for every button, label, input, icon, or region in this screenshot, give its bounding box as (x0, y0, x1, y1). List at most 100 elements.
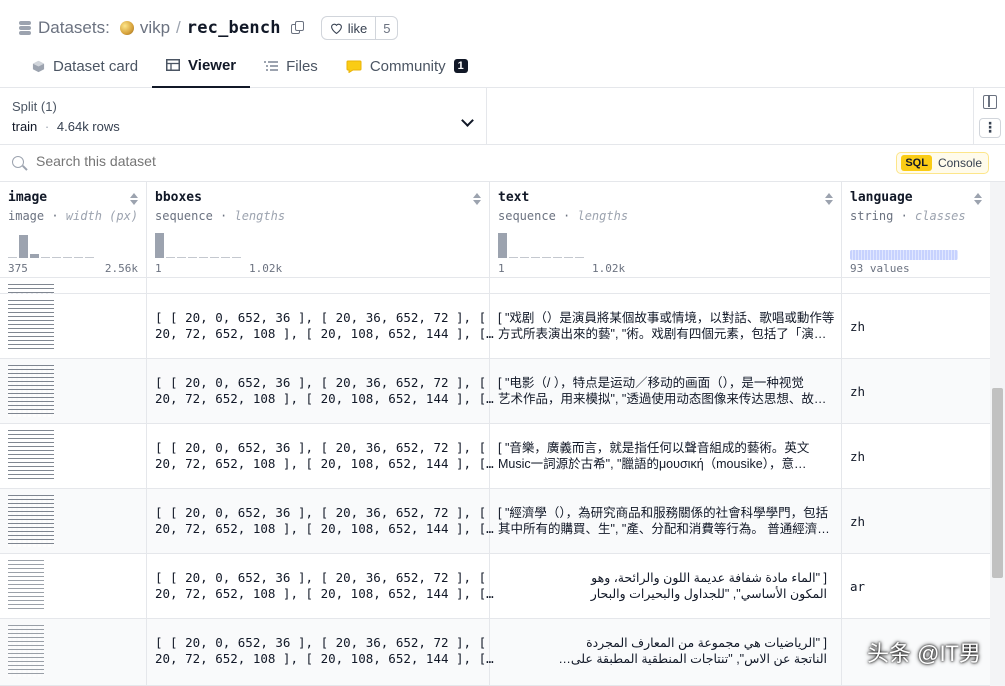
histogram-bar[interactable] (41, 257, 50, 258)
split-value: train · 4.64k rows (12, 119, 120, 134)
split-name: train (12, 119, 38, 134)
like-count[interactable]: 5 (375, 17, 397, 39)
like-button[interactable]: like 5 (320, 16, 399, 40)
repo-title-row: Datasets: vikp / rec_bench like 5 (18, 14, 399, 42)
histogram-bar[interactable] (19, 235, 28, 258)
language-cell[interactable]: ar (850, 579, 865, 594)
text-cell[interactable]: [ "电影（/ ），特点是运动／移动的画面（），是一种视觉 艺术作品，用来模拟",… (498, 375, 826, 407)
copy-icon[interactable] (290, 21, 305, 35)
column-name[interactable]: bboxes (155, 190, 489, 205)
tab-label: Files (286, 57, 318, 75)
column-text: text sequence · lengths 1 1.02k [ "戏剧（）是… (490, 182, 842, 686)
tab-label: Viewer (188, 56, 237, 74)
split-dot: · (44, 119, 50, 134)
histogram-bar[interactable] (221, 257, 230, 258)
tab-files[interactable]: Files (250, 44, 332, 88)
histogram-bar[interactable] (199, 257, 208, 258)
sort-icon[interactable] (130, 193, 138, 205)
text-cell[interactable]: [ "الماء مادة شفافة عديمة اللون والرائحة… (591, 570, 827, 602)
histogram-bar[interactable] (85, 257, 94, 258)
histogram-max: 1.02k (249, 262, 283, 275)
column-header-image: image image · width (px) 375 2.56k (0, 182, 146, 278)
bboxes-cell[interactable]: [ [ 20, 0, 652, 36 ], [ 20, 36, 652, 72 … (155, 375, 494, 407)
histogram-bar[interactable] (542, 257, 551, 258)
row-image-thumbnail[interactable] (8, 284, 54, 294)
histogram-bar[interactable] (575, 257, 584, 258)
chevron-down-icon[interactable] (461, 114, 474, 127)
histogram-bar[interactable] (564, 257, 573, 258)
files-icon (264, 61, 279, 71)
sql-console-button[interactable]: SQL Console (896, 152, 989, 174)
sort-icon[interactable] (825, 193, 833, 205)
language-cell[interactable]: zh (850, 384, 865, 399)
split-row-count: 4.64k rows (56, 119, 120, 134)
histogram-bar[interactable] (166, 257, 175, 258)
row-image-thumbnail[interactable] (8, 625, 44, 677)
bboxes-cell[interactable]: [ [ 20, 0, 652, 36 ], [ 20, 36, 652, 72 … (155, 310, 494, 342)
tab-label: Community (369, 57, 446, 75)
histogram-bar[interactable] (509, 257, 518, 258)
bboxes-cell[interactable]: [ [ 20, 0, 652, 36 ], [ 20, 36, 652, 72 … (155, 570, 494, 602)
column-header-text: text sequence · lengths 1 1.02k (490, 182, 841, 278)
histogram-bar[interactable] (8, 257, 17, 258)
section-label[interactable]: Datasets: (38, 18, 110, 38)
histogram-max: 2.56k (104, 262, 138, 275)
column-name[interactable]: image (8, 190, 146, 205)
row-image-thumbnail[interactable] (8, 430, 54, 482)
like-label: like (347, 20, 368, 36)
org-avatar (119, 21, 134, 35)
tab-community[interactable]: Community 1 (332, 44, 482, 88)
text-cell[interactable]: [ "經濟學（），為研究商品和服務關係的社會科學學門，包括 其中所有的購買、生",… (498, 505, 830, 537)
histogram (8, 232, 94, 258)
org-link[interactable]: vikp (140, 18, 170, 38)
more-options-button[interactable]: ⋮ (979, 118, 1001, 138)
column-header-language: language string · classes 93 values (842, 182, 990, 278)
side-tools: ⋮ (973, 88, 1005, 144)
row-image-thumbnail[interactable] (8, 365, 54, 417)
sort-icon[interactable] (473, 193, 481, 205)
table-scrollbar[interactable] (990, 182, 1005, 686)
histogram-bar[interactable] (553, 257, 562, 258)
histogram-bar[interactable] (520, 257, 529, 258)
bboxes-cell[interactable]: [ [ 20, 0, 652, 36 ], [ 20, 36, 652, 72 … (155, 440, 494, 472)
repo-header: Datasets: vikp / rec_bench like 5 Datase… (0, 0, 1005, 88)
histogram-bar[interactable] (210, 257, 219, 258)
histogram-bar[interactable] (232, 257, 241, 258)
histogram (498, 232, 584, 258)
scrollbar-thumb[interactable] (992, 388, 1003, 578)
search-input[interactable] (36, 153, 536, 169)
side-panel-icon[interactable] (983, 95, 997, 109)
histogram-bar[interactable] (188, 257, 197, 258)
histogram-bar[interactable] (52, 257, 61, 258)
class-count: 93 values (850, 262, 910, 275)
column-image: image image · width (px) 375 2.56k (0, 182, 147, 686)
histogram-bar[interactable] (531, 257, 540, 258)
histogram-bar[interactable] (30, 254, 39, 258)
row-image-thumbnail[interactable] (8, 495, 54, 547)
histogram-bar[interactable] (155, 233, 164, 258)
bboxes-cell[interactable]: [ [ 20, 0, 652, 36 ], [ 20, 36, 652, 72 … (155, 635, 494, 667)
column-name[interactable]: text (498, 190, 841, 205)
text-cell[interactable]: [ "戏剧（）是演員將某個故事或情境，以對話、歌唱或動作等 方式所表演出來的藝",… (498, 310, 834, 342)
split-selector[interactable]: Split (1) train · 4.64k rows (0, 88, 487, 144)
text-cell[interactable]: [ "音樂，廣義而言，就是指任何以聲音組成的藝術。英文 Music一詞源於古希",… (498, 440, 809, 472)
language-cell[interactable]: zh (850, 319, 865, 334)
column-type: string · classes (850, 209, 966, 223)
histogram-bar[interactable] (498, 233, 507, 258)
histogram-bar[interactable] (63, 257, 72, 258)
language-cell[interactable]: zh (850, 449, 865, 464)
language-cell[interactable]: zh (850, 514, 865, 529)
tab-viewer[interactable]: Viewer (152, 44, 251, 88)
column-name[interactable]: language (850, 190, 990, 205)
repo-name-link[interactable]: rec_bench (187, 18, 281, 38)
bboxes-cell[interactable]: [ [ 20, 0, 652, 36 ], [ 20, 36, 652, 72 … (155, 505, 494, 537)
column-header-bboxes: bboxes sequence · lengths 1 1.02k (147, 182, 489, 278)
text-cell[interactable]: [ "الرياضيات هي مجموعة من المعارف المجرد… (558, 635, 827, 667)
classes-bar[interactable] (850, 250, 958, 260)
row-image-thumbnail[interactable] (8, 560, 44, 612)
tab-dataset-card[interactable]: Dataset card (18, 44, 152, 88)
sort-icon[interactable] (974, 193, 982, 205)
histogram-bar[interactable] (177, 257, 186, 258)
row-image-thumbnail[interactable] (8, 300, 54, 352)
histogram-bar[interactable] (74, 257, 83, 258)
